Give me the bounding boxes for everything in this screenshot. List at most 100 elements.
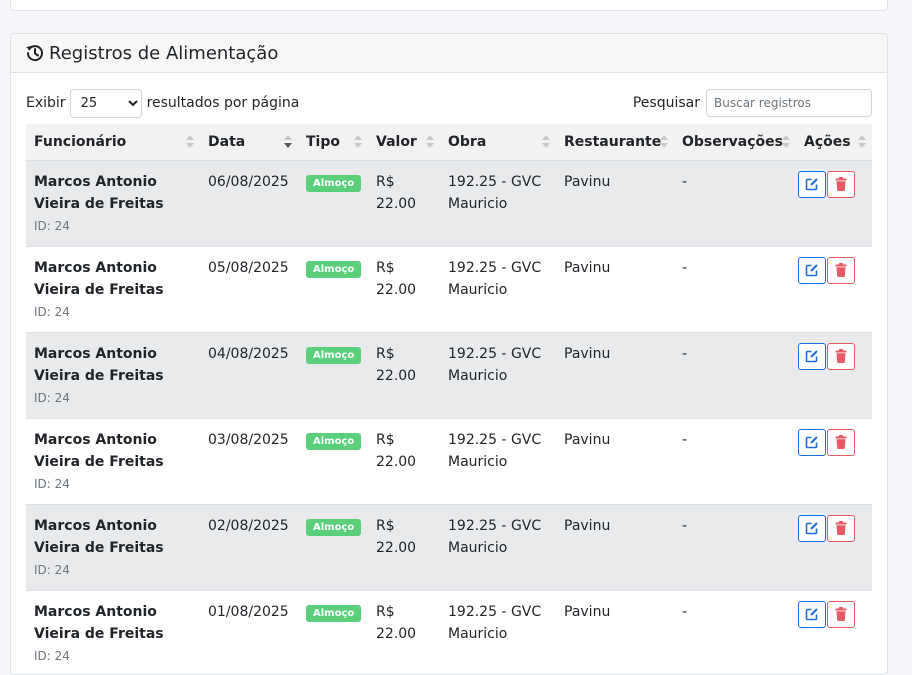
row-actions <box>798 600 864 628</box>
card-title: Registros de Alimentação <box>49 42 279 64</box>
actions-cell <box>796 160 872 246</box>
table-row: Marcos Antonio Vieira de Freitas ID: 24 … <box>26 504 872 590</box>
notes-cell: - <box>682 345 688 362</box>
delete-button[interactable] <box>827 514 855 542</box>
employee-cell: Marcos Antonio Vieira de Freitas ID: 24 <box>26 332 200 418</box>
value-cell: R$ 22.00 <box>376 431 417 470</box>
column-header-acoes[interactable]: Ações <box>796 124 872 161</box>
column-header-restaurante[interactable]: Restaurante <box>556 124 674 161</box>
delete-button[interactable] <box>827 256 855 284</box>
employee-name: Marcos Antonio Vieira de Freitas <box>34 431 164 470</box>
delete-button[interactable] <box>827 342 855 370</box>
length-label-after: resultados por página <box>146 95 300 111</box>
edit-icon <box>805 435 819 449</box>
type-cell: Almoço <box>298 332 368 418</box>
delete-button[interactable] <box>827 600 855 628</box>
sort-icon <box>782 134 790 150</box>
records-table: Funcionário Data Tipo Valor Obra Restaur… <box>26 124 872 674</box>
employee-id: ID: 24 <box>34 390 70 405</box>
type-cell: Almoço <box>298 418 368 504</box>
edit-button[interactable] <box>798 342 826 370</box>
restaurant-cell: Pavinu <box>564 345 611 362</box>
value-cell: R$ 22.00 <box>376 173 417 212</box>
restaurant-cell: Pavinu <box>564 431 611 448</box>
row-actions <box>798 342 864 370</box>
column-header-tipo[interactable]: Tipo <box>298 124 368 161</box>
employee-id: ID: 24 <box>34 562 70 577</box>
date-cell: 02/08/2025 <box>208 517 289 534</box>
sort-desc-icon <box>284 134 292 150</box>
obra-cell: 192.25 - GVC Mauricio <box>448 431 542 470</box>
employee-name: Marcos Antonio Vieira de Freitas <box>34 173 164 212</box>
date-cell: 05/08/2025 <box>208 259 289 276</box>
employee-id: ID: 24 <box>34 304 70 319</box>
employee-id: ID: 24 <box>34 218 70 233</box>
trash-icon <box>835 177 847 191</box>
sort-icon <box>426 134 434 150</box>
employee-name: Marcos Antonio Vieira de Freitas <box>34 259 164 298</box>
edit-icon <box>805 349 819 363</box>
column-header-data[interactable]: Data <box>200 124 298 161</box>
date-cell: 04/08/2025 <box>208 345 289 362</box>
row-actions <box>798 256 864 284</box>
edit-icon <box>805 177 819 191</box>
delete-button[interactable] <box>827 428 855 456</box>
column-label: Tipo <box>306 133 340 150</box>
column-label: Funcionário <box>34 133 127 150</box>
restaurant-cell: Pavinu <box>564 173 611 190</box>
value-cell: R$ 22.00 <box>376 603 417 642</box>
type-badge: Almoço <box>306 604 362 622</box>
employee-name: Marcos Antonio Vieira de Freitas <box>34 517 164 556</box>
search-input[interactable] <box>706 89 872 117</box>
edit-button[interactable] <box>798 428 826 456</box>
column-header-funcionario[interactable]: Funcionário <box>26 124 200 161</box>
search-box: Pesquisar <box>633 88 872 118</box>
obra-cell: 192.25 - GVC Mauricio <box>448 345 542 384</box>
trash-icon <box>835 349 847 363</box>
actions-cell <box>796 590 872 674</box>
notes-cell: - <box>682 173 688 190</box>
column-header-valor[interactable]: Valor <box>368 124 440 161</box>
row-actions <box>798 514 864 542</box>
edit-button[interactable] <box>798 170 826 198</box>
type-cell: Almoço <box>298 246 368 332</box>
type-badge: Almoço <box>306 518 362 536</box>
previous-card-bottom <box>10 0 888 11</box>
table-row: Marcos Antonio Vieira de Freitas ID: 24 … <box>26 590 872 674</box>
value-cell: R$ 22.00 <box>376 259 417 298</box>
sort-icon <box>186 134 194 150</box>
table-row: Marcos Antonio Vieira de Freitas ID: 24 … <box>26 246 872 332</box>
employee-cell: Marcos Antonio Vieira de Freitas ID: 24 <box>26 418 200 504</box>
employee-id: ID: 24 <box>34 476 70 491</box>
table-header-row: Funcionário Data Tipo Valor Obra Restaur… <box>26 124 872 161</box>
obra-cell: 192.25 - GVC Mauricio <box>448 173 542 212</box>
row-actions <box>798 170 864 198</box>
sort-icon <box>660 134 668 150</box>
type-cell: Almoço <box>298 160 368 246</box>
employee-cell: Marcos Antonio Vieira de Freitas ID: 24 <box>26 590 200 674</box>
restaurant-cell: Pavinu <box>564 259 611 276</box>
restaurant-cell: Pavinu <box>564 603 611 620</box>
actions-cell <box>796 246 872 332</box>
column-label: Observações <box>682 133 783 150</box>
table-controls: Exibir 25 resultados por página Pesquisa… <box>26 88 872 118</box>
notes-cell: - <box>682 431 688 448</box>
restaurant-cell: Pavinu <box>564 517 611 534</box>
edit-button[interactable] <box>798 514 826 542</box>
page-length-select[interactable]: 25 <box>69 88 142 118</box>
value-cell: R$ 22.00 <box>376 517 417 556</box>
value-cell: R$ 22.00 <box>376 345 417 384</box>
employee-name: Marcos Antonio Vieira de Freitas <box>34 603 164 642</box>
column-header-obra[interactable]: Obra <box>440 124 556 161</box>
actions-cell <box>796 504 872 590</box>
employee-cell: Marcos Antonio Vieira de Freitas ID: 24 <box>26 246 200 332</box>
edit-button[interactable] <box>798 256 826 284</box>
delete-button[interactable] <box>827 170 855 198</box>
food-records-card: Registros de Alimentação Exibir 25 resul… <box>10 33 888 675</box>
edit-icon <box>805 607 819 621</box>
length-label-before: Exibir <box>26 95 66 111</box>
column-header-observacoes[interactable]: Observações <box>674 124 796 161</box>
sort-icon <box>542 134 550 150</box>
edit-button[interactable] <box>798 600 826 628</box>
column-label: Restaurante <box>564 133 662 150</box>
